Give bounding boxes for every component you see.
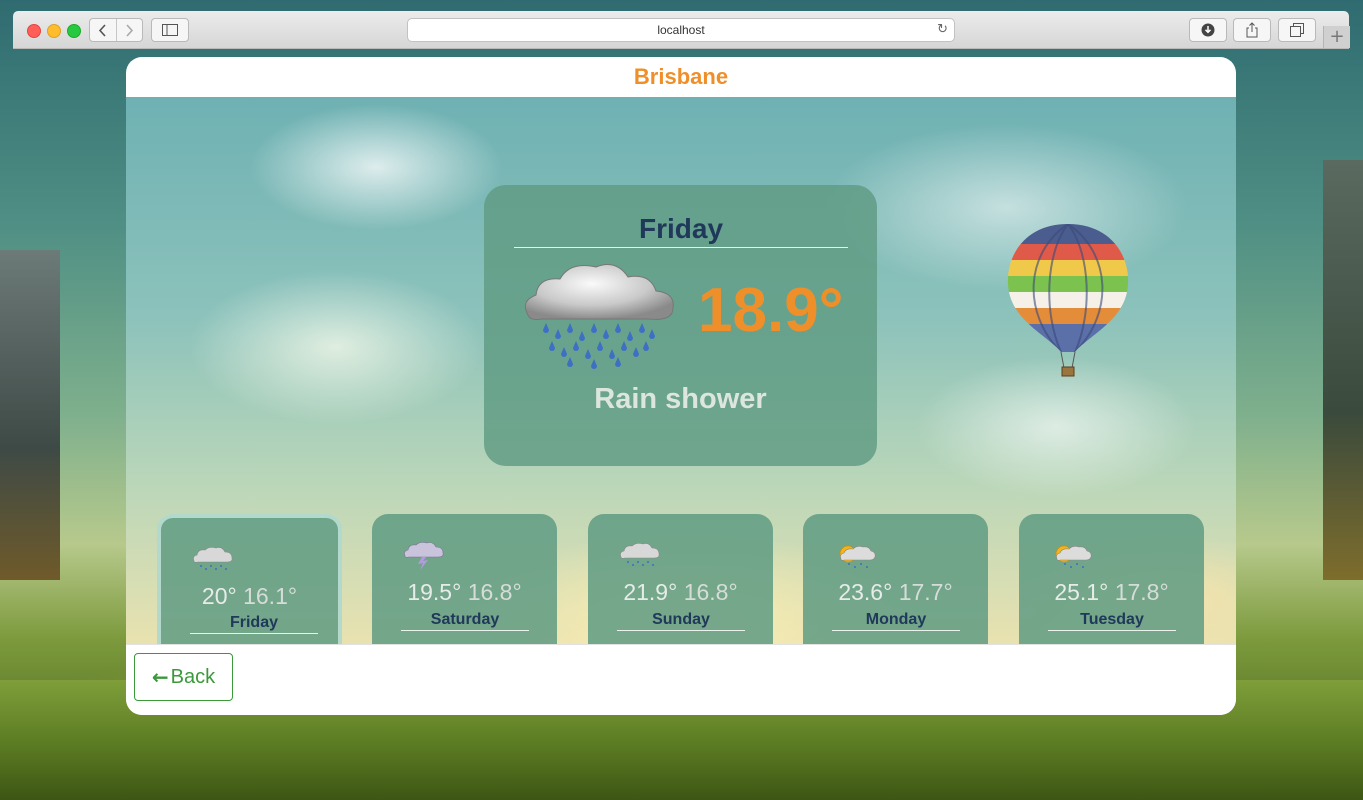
new-tab-button[interactable]: + xyxy=(1323,26,1350,48)
forecast-day-name: Friday xyxy=(190,614,318,634)
sun-rain-icon xyxy=(839,545,876,568)
back-button-label: Back xyxy=(170,665,216,688)
forecast-low: 16.8° xyxy=(683,579,738,605)
back-button[interactable]: ← Back xyxy=(134,653,233,701)
current-condition: Rain shower xyxy=(594,383,767,415)
share-button[interactable] xyxy=(1233,18,1271,42)
address-bar[interactable]: localhost ↻ xyxy=(407,18,955,42)
rain-cloud-icon xyxy=(620,543,660,566)
sidebar-icon xyxy=(162,24,178,36)
reload-icon[interactable]: ↻ xyxy=(937,22,948,37)
forecast-low: 16.1° xyxy=(243,583,298,609)
forecast-day-name: Monday xyxy=(832,611,960,631)
forecast-high: 23.6° xyxy=(838,579,893,605)
chevron-left-icon xyxy=(99,23,106,37)
rain-cloud-icon xyxy=(193,547,233,570)
address-text: localhost xyxy=(657,23,705,37)
forecast-day-name: Saturday xyxy=(401,611,529,631)
forecast-temps: 23.6° 17.7° xyxy=(803,579,988,606)
browser-toolbar: localhost ↻ xyxy=(13,11,1349,49)
current-day-title: Friday xyxy=(514,213,848,248)
tabs-icon xyxy=(1290,23,1304,37)
city-title: Brisbane xyxy=(633,64,729,89)
forecast-high: 20° xyxy=(201,583,237,609)
forecast-day-name: Tuesday xyxy=(1048,611,1176,631)
history-nav xyxy=(89,18,143,42)
current-temperature: 18.9° xyxy=(698,276,844,345)
arrow-left-icon: ← xyxy=(151,665,169,689)
downloads-button[interactable] xyxy=(1189,18,1227,42)
current-weather-panel: Friday 18.9° Rain shower xyxy=(484,185,877,466)
forecast-temps: 25.1° 17.8° xyxy=(1019,579,1204,606)
app-header: Brisbane xyxy=(126,57,1236,97)
forecast-temps: 21.9° 16.8° xyxy=(588,579,773,606)
forecast-low: 17.8° xyxy=(1114,579,1169,605)
forecast-high: 21.9° xyxy=(623,579,678,605)
forecast-temps: 20° 16.1° xyxy=(161,583,338,610)
forecast-day-name: Sunday xyxy=(617,611,745,631)
sky-background: Friday 18.9° Rain shower 20° 16.1° Frida… xyxy=(126,97,1236,676)
close-window-button[interactable] xyxy=(27,24,41,38)
chevron-right-icon xyxy=(126,23,133,37)
rain-cloud-icon xyxy=(524,264,674,369)
back-nav-button[interactable] xyxy=(90,19,116,41)
forecast-high: 25.1° xyxy=(1054,579,1109,605)
download-icon xyxy=(1201,23,1215,37)
forward-nav-button[interactable] xyxy=(115,19,143,41)
forecast-low: 17.7° xyxy=(898,579,953,605)
background-mountain-right xyxy=(1323,160,1363,580)
forecast-low: 16.8° xyxy=(467,579,522,605)
hot-air-balloon-icon xyxy=(1007,224,1129,377)
sidebar-toggle-button[interactable] xyxy=(151,18,189,42)
app-footer: ← Back xyxy=(126,644,1236,715)
weather-app-card: Brisbane Friday 18.9° Rain shower 20° 16… xyxy=(126,57,1236,715)
forecast-temps: 19.5° 16.8° xyxy=(372,579,557,606)
background-mountain-left xyxy=(0,250,60,580)
minimize-window-button[interactable] xyxy=(47,24,61,38)
tabs-overview-button[interactable] xyxy=(1278,18,1316,42)
sun-rain-icon xyxy=(1055,545,1092,568)
zoom-window-button[interactable] xyxy=(67,24,81,38)
forecast-high: 19.5° xyxy=(407,579,462,605)
share-icon xyxy=(1246,22,1258,38)
thunderstorm-icon xyxy=(404,542,444,570)
